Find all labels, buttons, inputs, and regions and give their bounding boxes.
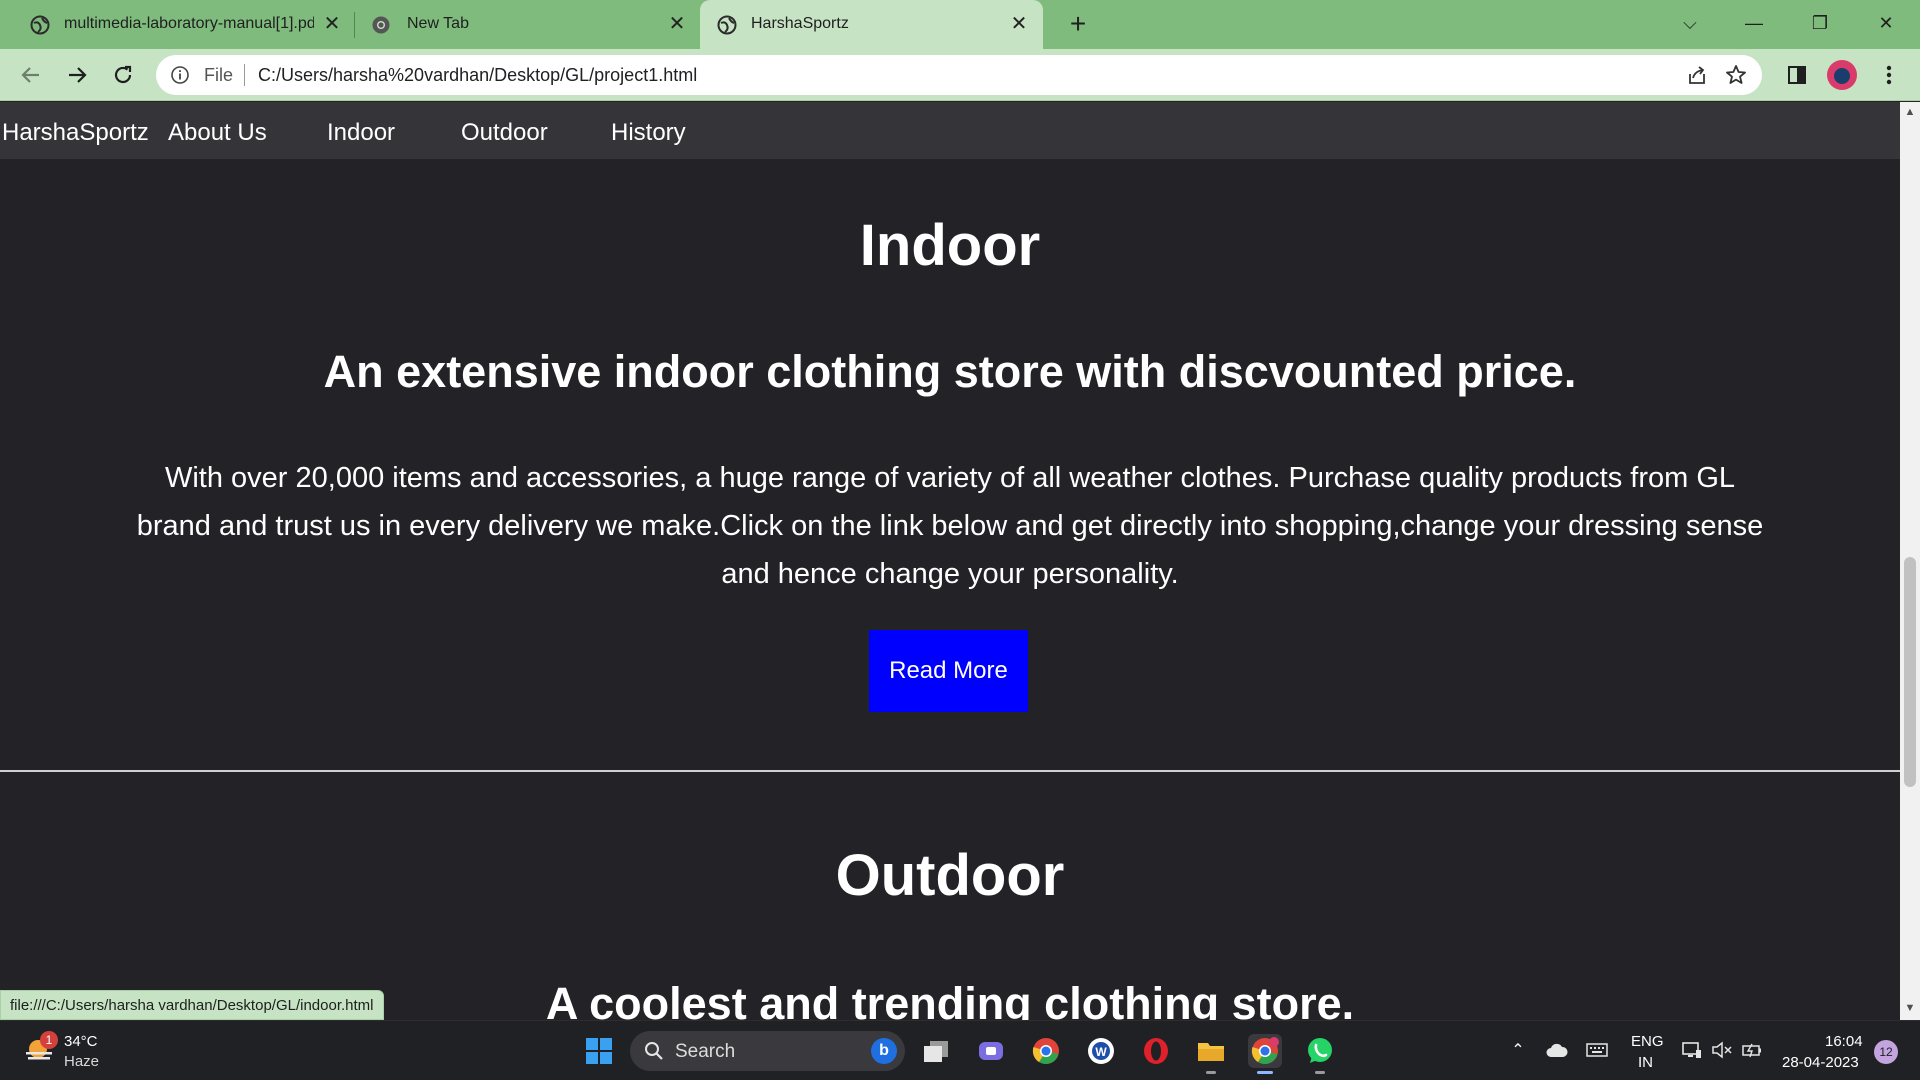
globe-icon: [717, 15, 737, 35]
paragraph-line: brand and trust us in every delivery we …: [136, 510, 1764, 542]
forward-arrow-icon[interactable]: [62, 60, 92, 90]
indoor-heading: Indoor: [859, 213, 1041, 278]
chrome-icon: [372, 16, 390, 34]
chrome-icon[interactable]: [1029, 1034, 1063, 1068]
nav-link-outdoor[interactable]: Outdoor: [461, 119, 548, 147]
link-status-tooltip: file:///C:/Users/harsha vardhan/Desktop/…: [0, 990, 384, 1020]
volume-muted-icon[interactable]: [1711, 1039, 1733, 1061]
browser-tab-strip: multimedia-laboratory-manual[1].pdf ✕ Ne…: [0, 0, 1920, 49]
new-tab-plus-icon[interactable]: +: [1064, 10, 1092, 38]
scroll-down-arrow-icon[interactable]: ▼: [1904, 1002, 1916, 1014]
running-indicator: [1206, 1071, 1216, 1074]
close-icon[interactable]: ✕: [320, 12, 344, 36]
nav-link-history[interactable]: History: [611, 119, 686, 147]
chrome-profile-icon[interactable]: [1248, 1034, 1282, 1074]
notification-badge[interactable]: 12: [1874, 1040, 1898, 1064]
read-more-button[interactable]: Read More: [869, 630, 1028, 712]
close-icon[interactable]: ✕: [1007, 12, 1031, 36]
tab-pdf-manual[interactable]: multimedia-laboratory-manual[1].pdf ✕: [0, 0, 352, 49]
language-indicator[interactable]: ENG: [1631, 1033, 1664, 1050]
paragraph-line: and hence change your personality.: [721, 558, 1179, 590]
chevron-up-icon[interactable]: ⌃: [1507, 1039, 1529, 1061]
svg-text:W: W: [1095, 1045, 1107, 1059]
page-viewport: HarshaSportz About Us Indoor Outdoor His…: [0, 102, 1900, 1020]
keyboard-icon[interactable]: [1586, 1039, 1608, 1061]
weather-condition: Haze: [64, 1053, 100, 1070]
active-indicator: [1257, 1071, 1273, 1074]
address-bar[interactable]: File C:/Users/harsha%20vardhan/Desktop/G…: [156, 55, 1762, 95]
page-scrollbar[interactable]: ▲ ▼: [1900, 102, 1920, 1020]
scheme-label: File: [204, 65, 234, 85]
clock-time[interactable]: 16:04: [1825, 1033, 1863, 1050]
indoor-subheading: An extensive indoor clothing store with …: [323, 346, 1577, 397]
clock-date[interactable]: 28-04-2023: [1782, 1054, 1859, 1071]
file-explorer-icon[interactable]: [1194, 1034, 1228, 1074]
tab-harshasportz[interactable]: HarshaSportz ✕: [700, 0, 1043, 49]
info-icon[interactable]: [170, 65, 190, 85]
search-placeholder: Search: [675, 1041, 736, 1062]
word-app-icon[interactable]: W: [1084, 1034, 1118, 1068]
close-icon[interactable]: ✕: [665, 12, 689, 36]
tab-new-tab[interactable]: New Tab ✕: [355, 0, 699, 49]
side-panel-icon[interactable]: [1782, 60, 1812, 90]
bookmark-star-icon[interactable]: [1724, 63, 1748, 87]
back-arrow-icon[interactable]: [16, 60, 46, 90]
site-navbar: HarshaSportz About Us Indoor Outdoor His…: [0, 102, 1900, 159]
weather-alert-badge: 1: [40, 1031, 58, 1049]
taskbar-search[interactable]: Search b: [630, 1031, 905, 1071]
scroll-thumb[interactable]: [1904, 557, 1916, 787]
restore-icon[interactable]: ❐: [1800, 8, 1840, 38]
profile-avatar[interactable]: [1827, 60, 1857, 90]
site-brand[interactable]: HarshaSportz: [2, 119, 149, 147]
indoor-description: With over 20,000 items and accessories, …: [100, 454, 1800, 598]
nav-link-about-us[interactable]: About Us: [168, 119, 267, 147]
tab-title: multimedia-laboratory-manual[1].pdf: [64, 15, 314, 32]
task-view-icon[interactable]: [919, 1034, 953, 1068]
section-divider: [0, 770, 1900, 772]
onedrive-cloud-icon[interactable]: [1546, 1039, 1568, 1061]
minimize-icon[interactable]: —: [1734, 8, 1774, 38]
battery-icon[interactable]: [1741, 1039, 1763, 1061]
running-indicator: [1315, 1071, 1325, 1074]
url-text[interactable]: C:/Users/harsha%20vardhan/Desktop/GL/pro…: [258, 65, 697, 86]
tab-search-chevron-icon[interactable]: ⌵: [1670, 8, 1710, 38]
tab-title: New Tab: [407, 15, 469, 32]
search-icon: [645, 1042, 663, 1060]
paragraph-line: With over 20,000 items and accessories, …: [164, 462, 1736, 494]
menu-kebab-icon[interactable]: [1874, 60, 1904, 90]
scroll-up-arrow-icon[interactable]: ▲: [1904, 106, 1916, 118]
window-close-icon[interactable]: ✕: [1866, 8, 1906, 38]
whatsapp-icon[interactable]: [1303, 1034, 1337, 1074]
nav-link-indoor[interactable]: Indoor: [327, 119, 395, 147]
address-separator: [244, 64, 245, 86]
windows-start-icon[interactable]: [582, 1034, 616, 1068]
reload-icon[interactable]: [108, 60, 138, 90]
weather-temperature: 34°C: [64, 1033, 98, 1050]
bing-icon[interactable]: b: [871, 1038, 897, 1064]
windows-taskbar: 1 34°C Haze Search b W ⌃ ENG IN 16:04 28…: [0, 1020, 1920, 1080]
tab-title: HarshaSportz: [751, 15, 849, 32]
teams-chat-icon[interactable]: [974, 1034, 1008, 1068]
outdoor-heading: Outdoor: [835, 843, 1065, 908]
opera-icon[interactable]: [1139, 1034, 1173, 1068]
share-icon[interactable]: [1686, 64, 1708, 86]
network-icon[interactable]: [1681, 1039, 1703, 1061]
region-indicator[interactable]: IN: [1638, 1054, 1653, 1071]
globe-icon: [30, 15, 50, 35]
browser-toolbar: File C:/Users/harsha%20vardhan/Desktop/G…: [0, 49, 1920, 101]
